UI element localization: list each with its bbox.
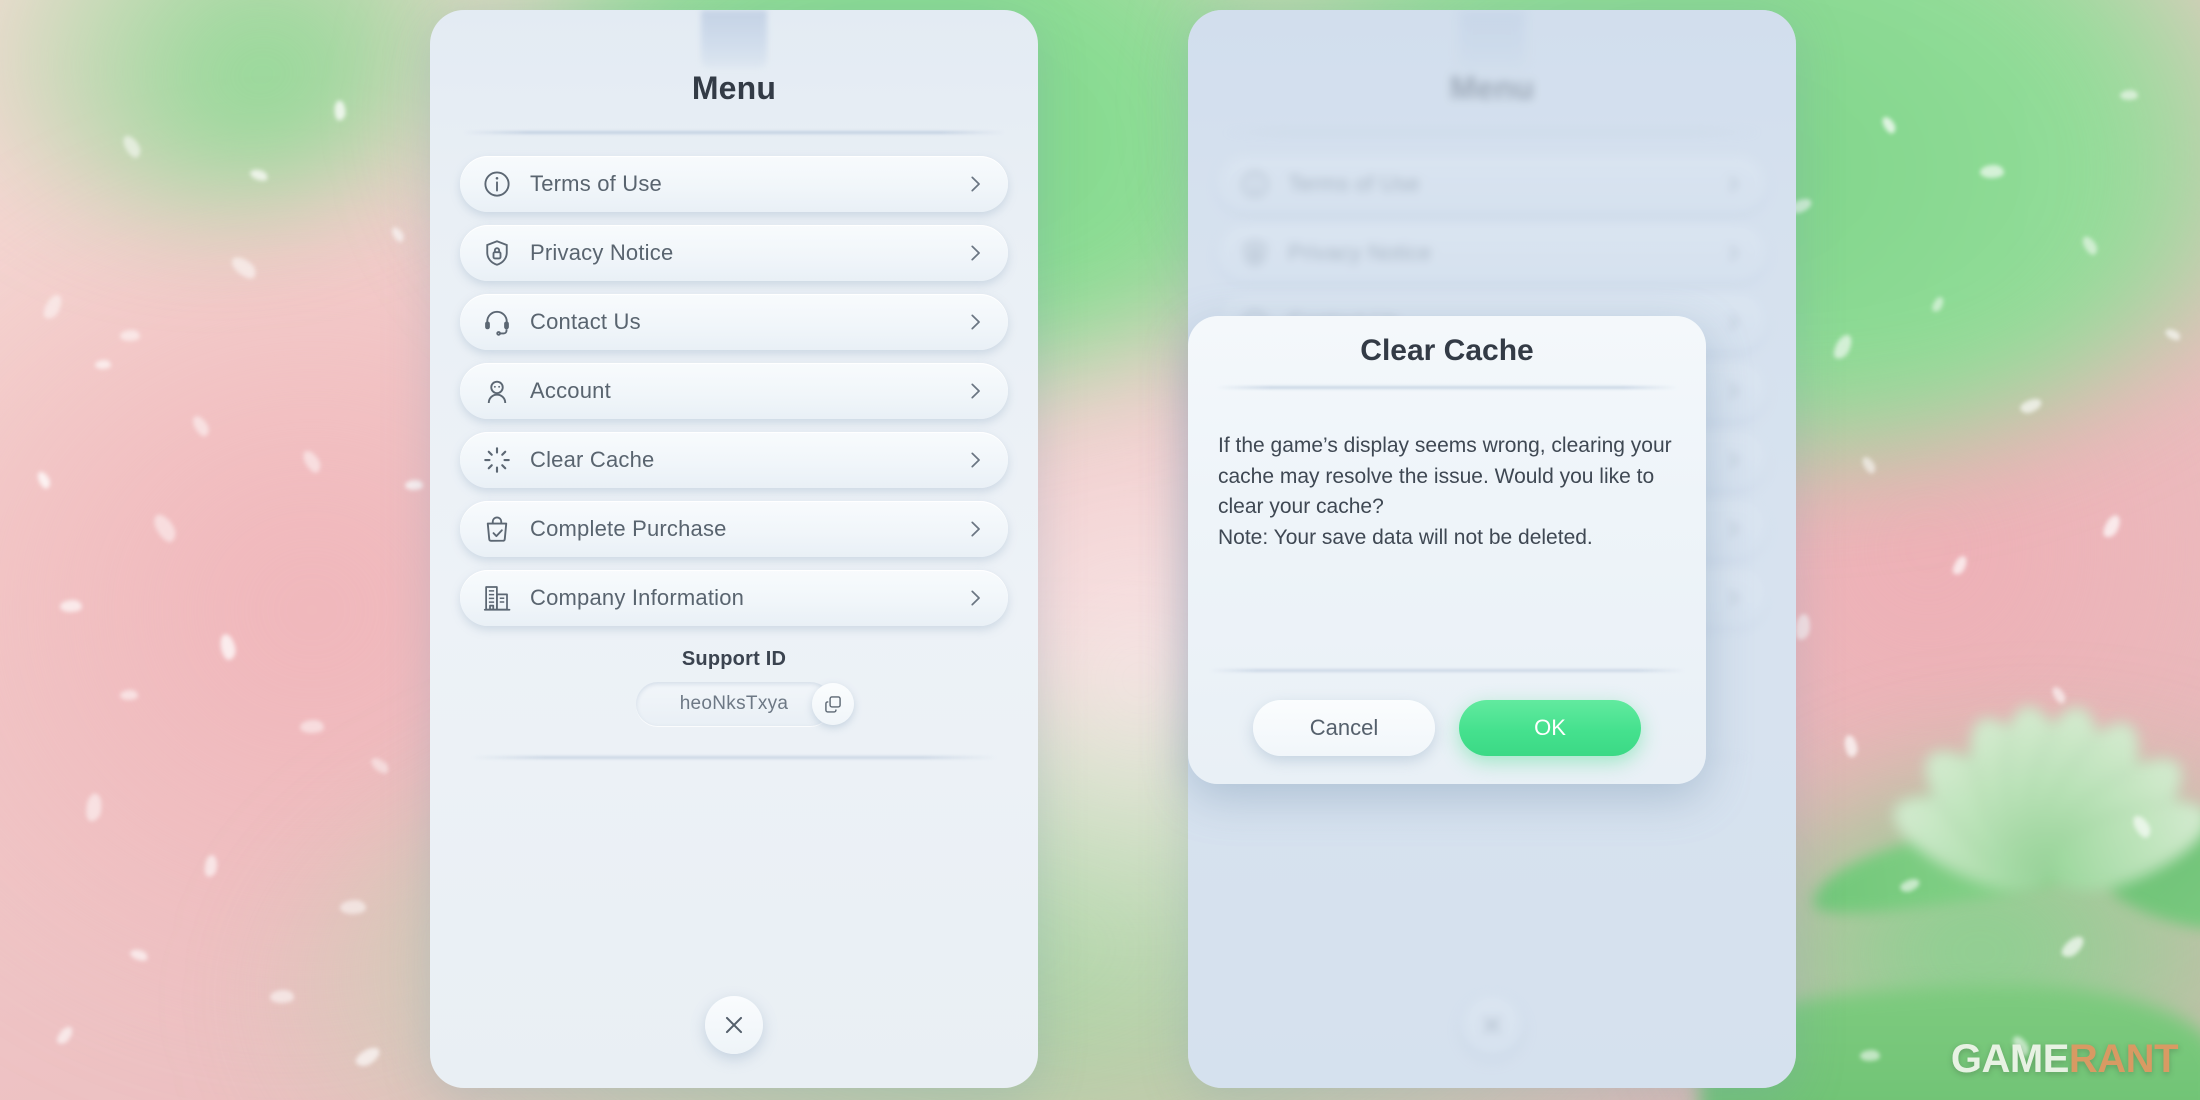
close-icon[interactable] xyxy=(705,996,763,1054)
panel-notch xyxy=(701,10,767,68)
title-divider xyxy=(464,131,1004,134)
background xyxy=(0,0,2200,1100)
info-icon xyxy=(480,167,514,201)
chevron-right-icon xyxy=(1722,518,1744,540)
chevron-right-icon xyxy=(1722,449,1744,471)
petal-fleck xyxy=(1980,165,2004,178)
menu-item-account[interactable]: Account xyxy=(460,363,1008,419)
clear-cache-dialog: Clear Cache If the game’s display seems … xyxy=(1188,316,1706,784)
dialog-title-divider xyxy=(1216,386,1678,389)
petal-fleck xyxy=(300,720,324,733)
support-id-value: heoNksTxya xyxy=(679,693,789,714)
gamerant-watermark: GAMERANT xyxy=(1950,1037,2179,1082)
menu-item-terms-of-use[interactable]: Terms of Use xyxy=(460,156,1008,212)
panel-notch xyxy=(1459,10,1525,68)
petal-fleck xyxy=(340,900,366,914)
dialog-body-line-1: If the game’s display seems wrong, clear… xyxy=(1218,434,1672,519)
dialog-body: If the game’s display seems wrong, clear… xyxy=(1188,389,1706,554)
menu-item-company-information[interactable]: Company Information xyxy=(460,570,1008,626)
petal-fleck xyxy=(1860,1050,1880,1061)
chevron-right-icon xyxy=(1722,242,1744,264)
chevron-right-icon xyxy=(964,518,986,540)
menu-item-terms-of-use: Terms of Use xyxy=(1218,156,1766,212)
watermark-part-b: RANT xyxy=(2068,1037,2179,1081)
chevron-right-icon xyxy=(964,587,986,609)
petal-fleck xyxy=(2120,90,2138,100)
chevron-right-icon xyxy=(1722,380,1744,402)
close-icon xyxy=(1463,996,1521,1054)
menu-item-label: Terms of Use xyxy=(1288,171,1420,196)
person-icon xyxy=(480,374,514,408)
bag-check-icon xyxy=(480,512,514,546)
shield-lock-icon xyxy=(480,236,514,270)
menu-item-clear-cache[interactable]: Clear Cache xyxy=(460,432,1008,488)
petal-fleck xyxy=(95,360,111,369)
chevron-right-icon xyxy=(964,380,986,402)
petal-fleck xyxy=(270,990,294,1003)
dialog-title: Clear Cache xyxy=(1360,334,1534,367)
menu-item-privacy-notice: Privacy Notice xyxy=(1218,225,1766,281)
shield-lock-icon xyxy=(1238,236,1272,270)
menu-list: Terms of Use Privacy Notice Contact Us Acco… xyxy=(430,156,1038,626)
petal-fleck xyxy=(120,330,140,341)
watermark-part-a: GAME xyxy=(1950,1037,2070,1081)
petal-fleck xyxy=(60,600,82,612)
ok-button[interactable]: OK xyxy=(1459,700,1641,756)
bottom-divider xyxy=(472,756,996,759)
menu-item-contact-us[interactable]: Contact Us xyxy=(460,294,1008,350)
menu-item-label: Account xyxy=(530,378,611,403)
petal-fleck xyxy=(334,100,346,121)
lotus-flower xyxy=(1806,560,2200,950)
menu-item-label: Complete Purchase xyxy=(530,516,727,541)
menu-item-complete-purchase[interactable]: Complete Purchase xyxy=(460,501,1008,557)
headset-icon xyxy=(480,305,514,339)
spinner-icon xyxy=(480,443,514,477)
support-section: Support ID heoNksTxya xyxy=(430,648,1038,726)
dialog-body-line-2: Note: Your save data will not be deleted… xyxy=(1218,525,1593,549)
petal-fleck xyxy=(120,690,138,700)
chevron-right-icon xyxy=(964,242,986,264)
menu-item-label: Contact Us xyxy=(530,309,641,334)
menu-item-label: Company Information xyxy=(530,585,745,610)
menu-item-label: Privacy Notice xyxy=(530,240,674,265)
menu-item-label: Terms of Use xyxy=(530,171,662,196)
chevron-right-icon xyxy=(964,311,986,333)
support-id-field: heoNksTxya xyxy=(636,682,854,726)
title-divider xyxy=(1222,131,1762,134)
building-icon xyxy=(480,581,514,615)
chevron-right-icon xyxy=(1722,311,1744,333)
menu-panel: Menu Terms of Use Privacy Notice Contact U… xyxy=(430,10,1038,1088)
support-id-label: Support ID xyxy=(681,648,787,670)
info-icon xyxy=(1238,167,1272,201)
chevron-right-icon xyxy=(1722,587,1744,609)
menu-item-privacy-notice[interactable]: Privacy Notice xyxy=(460,225,1008,281)
chevron-right-icon xyxy=(1722,173,1744,195)
copy-icon[interactable] xyxy=(812,683,854,725)
dialog-footer-divider xyxy=(1210,669,1684,672)
petal-fleck xyxy=(405,480,423,490)
menu-item-label: Clear Cache xyxy=(530,447,655,472)
dialog-buttons: Cancel OK xyxy=(1188,700,1706,756)
menu-item-label: Privacy Notice xyxy=(1288,240,1432,265)
chevron-right-icon xyxy=(964,449,986,471)
cancel-button[interactable]: Cancel xyxy=(1253,700,1435,756)
chevron-right-icon xyxy=(964,173,986,195)
